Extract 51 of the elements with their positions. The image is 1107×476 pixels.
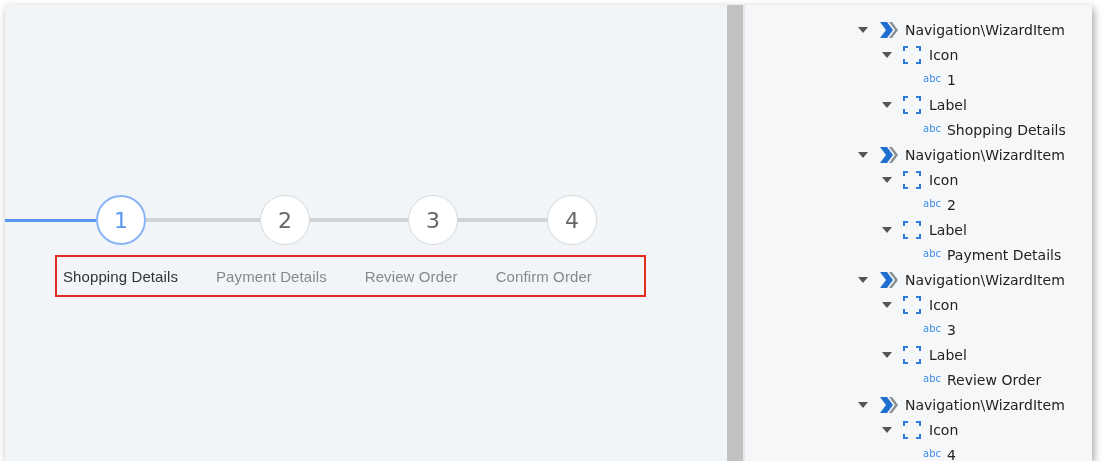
tree-item[interactable]: 1	[947, 71, 956, 88]
abc-icon: abc	[923, 447, 941, 459]
step-circle[interactable]: 4	[547, 195, 597, 245]
tree-item[interactable]: Icon	[929, 171, 959, 188]
tree-item[interactable]: Label	[929, 221, 967, 238]
tree-item[interactable]: 2	[947, 196, 956, 213]
caret-icon[interactable]	[881, 175, 893, 184]
bracket-icon	[903, 45, 921, 64]
caret-icon[interactable]	[857, 25, 869, 34]
abc-icon: abc	[923, 247, 941, 259]
tree-item[interactable]: Icon	[929, 296, 959, 313]
caret-icon[interactable]	[881, 350, 893, 359]
chevron-icon	[879, 270, 899, 289]
tree-item[interactable]: Icon	[929, 421, 959, 438]
step-circle[interactable]: 2	[260, 195, 310, 245]
caret-icon[interactable]	[857, 150, 869, 159]
chevron-icon	[879, 20, 899, 39]
tree-item[interactable]: 4	[947, 446, 956, 461]
tree-item[interactable]: Label	[929, 96, 967, 113]
bracket-icon	[903, 170, 921, 189]
caret-icon[interactable]	[881, 225, 893, 234]
abc-icon: abc	[923, 72, 941, 84]
tree-item[interactable]: Shopping Details	[947, 121, 1066, 138]
caret-icon[interactable]	[881, 50, 893, 59]
tree-item[interactable]: Navigation\WizardItem	[905, 21, 1065, 38]
step-circle[interactable]: 3	[408, 195, 458, 245]
bracket-icon	[903, 345, 921, 364]
caret-icon[interactable]	[881, 100, 893, 109]
tree-item[interactable]: Label	[929, 346, 967, 363]
tree-item[interactable]: 3	[947, 321, 956, 338]
abc-icon: abc	[923, 322, 941, 334]
bracket-icon	[903, 295, 921, 314]
caret-icon[interactable]	[881, 425, 893, 434]
tree-item[interactable]: Review Order	[947, 371, 1042, 388]
bracket-icon	[903, 220, 921, 239]
tree-item[interactable]: Navigation\WizardItem	[905, 396, 1065, 413]
chevron-icon	[879, 145, 899, 164]
caret-icon[interactable]	[857, 275, 869, 284]
bracket-icon	[903, 95, 921, 114]
abc-icon: abc	[923, 122, 941, 134]
abc-icon: abc	[923, 372, 941, 384]
abc-icon: abc	[923, 197, 941, 209]
tree-item[interactable]: Icon	[929, 46, 959, 63]
tree-item[interactable]: Payment Details	[947, 246, 1062, 263]
step-label[interactable]: Shopping Details	[63, 267, 178, 285]
caret-icon[interactable]	[881, 300, 893, 309]
caret-icon[interactable]	[857, 400, 869, 409]
tree-item[interactable]: Navigation\WizardItem	[905, 271, 1065, 288]
tree-item[interactable]: Navigation\WizardItem	[905, 146, 1065, 163]
chevron-icon	[879, 395, 899, 414]
bracket-icon	[903, 420, 921, 439]
